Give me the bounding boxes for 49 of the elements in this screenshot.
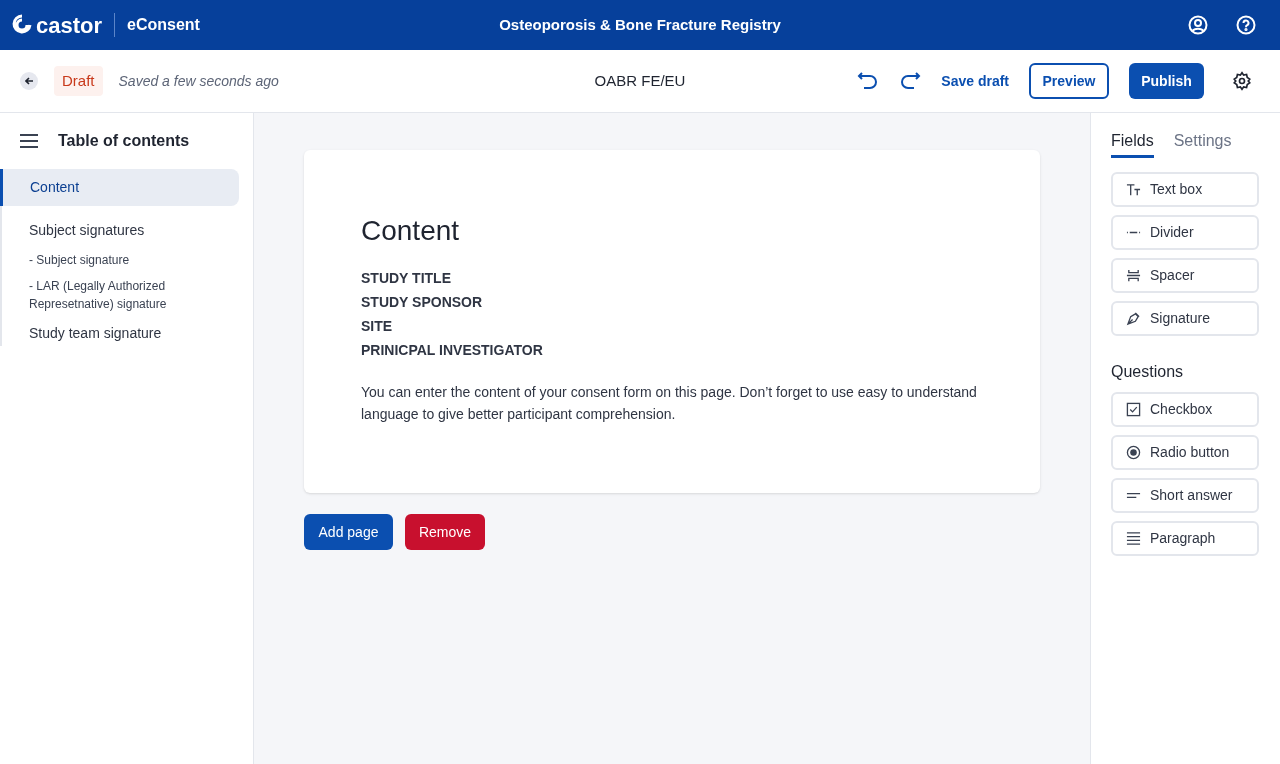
question-item[interactable]: Checkbox xyxy=(1111,392,1259,427)
remove-button[interactable]: Remove xyxy=(405,514,485,550)
save-draft-button[interactable]: Save draft xyxy=(933,62,1017,100)
settings-icon[interactable] xyxy=(1232,71,1252,91)
study-field-heading: STUDY TITLE xyxy=(361,269,452,288)
logo-text: castor xyxy=(36,11,103,40)
study-field-heading: STUDY SPONSOR xyxy=(361,293,484,312)
back-arrow-icon xyxy=(24,77,34,85)
product-name: eConsent xyxy=(127,15,200,35)
account-icon[interactable] xyxy=(1188,15,1208,35)
question-item[interactable]: Paragraph xyxy=(1111,521,1259,556)
radio-icon xyxy=(1126,445,1141,460)
toc-item[interactable]: Content xyxy=(0,169,239,206)
add-page-button[interactable]: Add page xyxy=(304,514,393,550)
document-name: OABR FE/EU xyxy=(594,70,686,91)
questions-heading: Questions xyxy=(1111,362,1185,382)
question-item[interactable]: Short answer xyxy=(1111,478,1259,513)
study-field-heading: SITE xyxy=(361,317,394,336)
publish-button[interactable]: Publish xyxy=(1129,63,1204,99)
field-item[interactable]: Spacer xyxy=(1111,258,1259,293)
logo-icon xyxy=(12,14,32,36)
saved-status: Saved a few seconds ago xyxy=(118,71,279,91)
toc-item[interactable]: Study team signature xyxy=(2,321,239,346)
panel-tab[interactable]: Fields xyxy=(1111,129,1154,158)
draft-badge: Draft xyxy=(54,65,103,97)
checkbox-icon xyxy=(1126,402,1141,417)
undo-icon[interactable] xyxy=(857,71,880,91)
toc-title: Table of contents xyxy=(58,131,190,151)
redo-icon[interactable] xyxy=(899,71,922,91)
paragraph-lines-icon xyxy=(1126,531,1141,546)
field-item[interactable]: Text box xyxy=(1111,172,1259,207)
field-item[interactable]: Signature xyxy=(1111,301,1259,336)
pen-nib-icon xyxy=(1126,311,1141,326)
page-title: Content xyxy=(361,214,461,248)
panel-tab[interactable]: Settings xyxy=(1173,129,1232,158)
toc-subitem[interactable]: - Subject signature xyxy=(2,251,239,269)
back-button[interactable] xyxy=(20,72,38,90)
spacer-icon xyxy=(1126,268,1141,283)
study-field-heading: PRINICPAL INVESTIGATOR xyxy=(361,341,544,360)
menu-icon[interactable] xyxy=(20,134,38,148)
field-item[interactable]: Divider xyxy=(1111,215,1259,250)
question-item[interactable]: Radio button xyxy=(1111,435,1259,470)
help-icon[interactable] xyxy=(1236,15,1256,35)
study-title: Osteoporosis & Bone Fracture Registry xyxy=(499,14,781,35)
text-size-icon xyxy=(1126,182,1141,197)
page-text: You can enter the content of your consent form on this page. Don’t forget to use easy to understand language to give better participant comprehension. xyxy=(361,383,978,424)
preview-button[interactable]: Preview xyxy=(1029,63,1109,99)
toc-subitem[interactable]: - LAR (Legally Authorized Represetnative) signature xyxy=(2,277,239,313)
toc-item[interactable]: Subject signatures xyxy=(2,218,239,243)
